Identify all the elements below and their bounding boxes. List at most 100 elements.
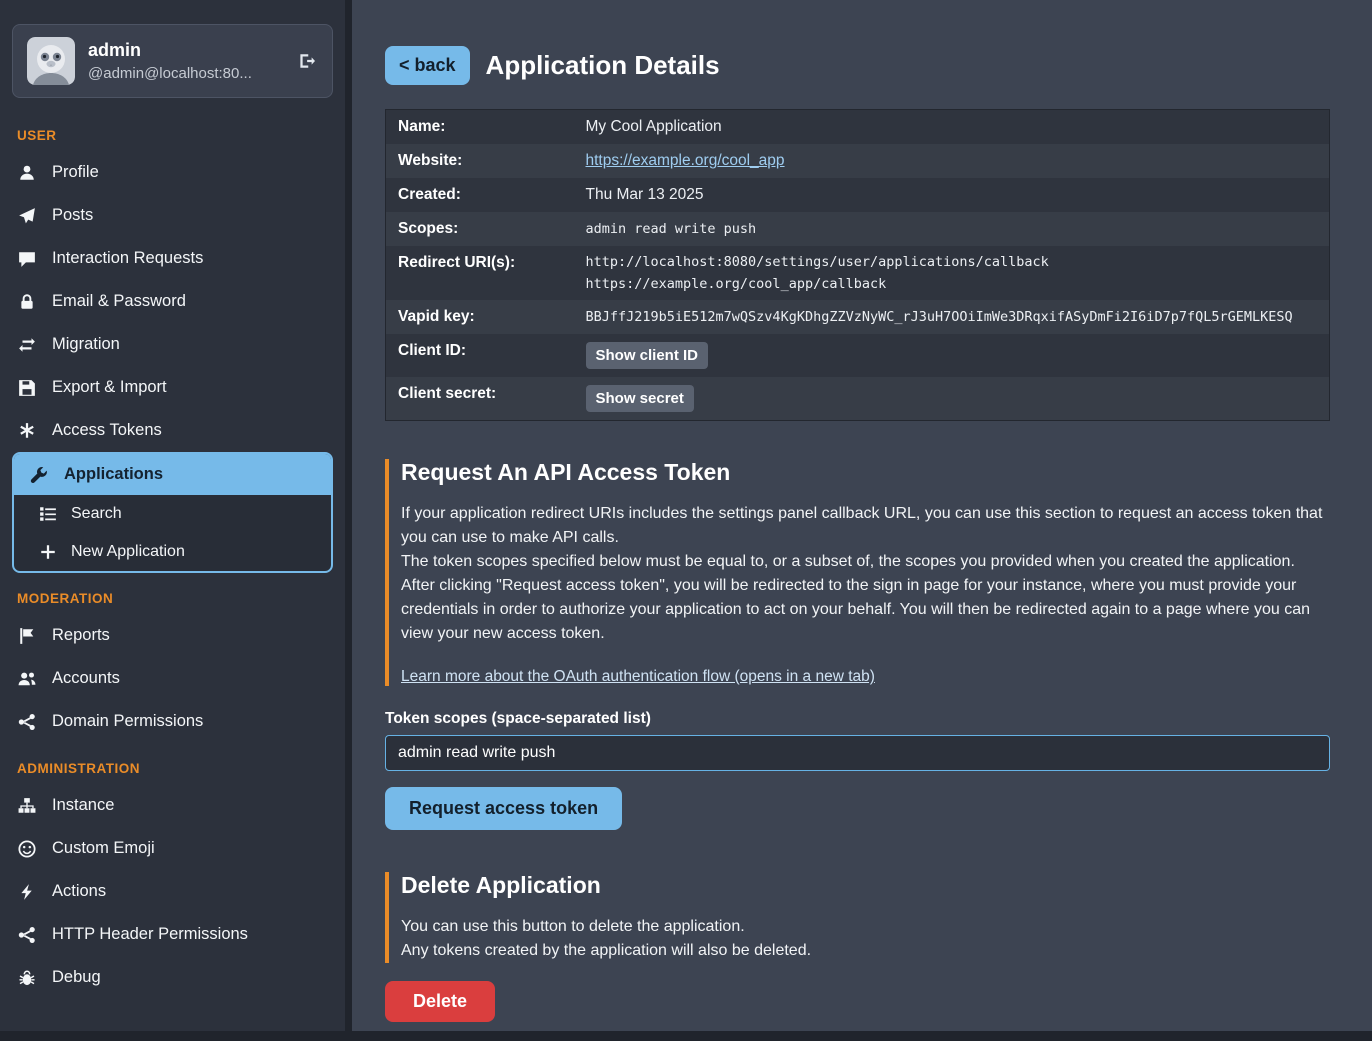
sidebar-item-migration[interactable]: Migration bbox=[0, 323, 345, 366]
row-value: Show client ID bbox=[574, 334, 1330, 377]
sidebar-subitem-label: New Application bbox=[71, 543, 185, 561]
sidebar-section-administration: ADMINISTRATION bbox=[0, 743, 345, 784]
sidebar-item-interaction-requests[interactable]: Interaction Requests bbox=[0, 237, 345, 280]
app-layout: admin @admin@localhost:80... USER Profil… bbox=[0, 0, 1372, 1031]
table-row-client-id: Client ID: Show client ID bbox=[386, 334, 1330, 377]
back-button[interactable]: < back bbox=[385, 46, 470, 85]
website-link[interactable]: https://example.org/cool_app bbox=[586, 152, 785, 169]
comment-icon bbox=[17, 250, 37, 268]
user-handle: @admin@localhost:80... bbox=[88, 65, 252, 82]
application-details-table: Name: My Cool Application Website: https… bbox=[385, 109, 1330, 421]
sidebar-item-label: Reports bbox=[52, 626, 110, 645]
request-access-token-button[interactable]: Request access token bbox=[385, 787, 622, 830]
row-value: BBJffJ219b5iE512m7wQSzv4KgKDhgZZVzNyWC_r… bbox=[574, 300, 1330, 334]
share-nodes-icon bbox=[17, 926, 37, 944]
row-value: http://localhost:8080/settings/user/appl… bbox=[574, 246, 1330, 300]
request-token-paragraph: After clicking "Request access token", y… bbox=[401, 574, 1330, 646]
show-secret-button[interactable]: Show secret bbox=[586, 385, 694, 412]
page-header: < back Application Details bbox=[385, 46, 1330, 85]
sidebar-item-label: Custom Emoji bbox=[52, 839, 155, 858]
user-icon bbox=[17, 164, 37, 182]
sidebar-item-instance[interactable]: Instance bbox=[0, 784, 345, 827]
row-value: Show secret bbox=[574, 377, 1330, 421]
sidebar-item-label: Domain Permissions bbox=[52, 712, 203, 731]
row-value: Thu Mar 13 2025 bbox=[574, 178, 1330, 212]
row-label: Redirect URI(s): bbox=[386, 246, 574, 300]
table-row-scopes: Scopes: admin read write push bbox=[386, 212, 1330, 246]
row-label: Website: bbox=[386, 144, 574, 178]
user-card[interactable]: admin @admin@localhost:80... bbox=[12, 24, 333, 98]
sidebar-item-debug[interactable]: Debug bbox=[0, 956, 345, 999]
sidebar-item-applications[interactable]: Applications bbox=[14, 454, 331, 495]
paper-plane-icon bbox=[17, 207, 37, 225]
page-title: Application Details bbox=[486, 50, 720, 81]
sidebar-item-http-header-permissions[interactable]: HTTP Header Permissions bbox=[0, 913, 345, 956]
sidebar-item-profile[interactable]: Profile bbox=[0, 151, 345, 194]
request-token-section: Request An API Access Token If your appl… bbox=[385, 459, 1330, 686]
sidebar-item-export-import[interactable]: Export & Import bbox=[0, 366, 345, 409]
sidebar-item-label: Email & Password bbox=[52, 292, 186, 311]
row-value: admin read write push bbox=[574, 212, 1330, 246]
row-label: Client ID: bbox=[386, 334, 574, 377]
asterisk-icon bbox=[17, 422, 37, 440]
sidebar-item-label: Applications bbox=[64, 465, 163, 484]
sidebar-item-label: Posts bbox=[52, 206, 93, 225]
sidebar-item-email-password[interactable]: Email & Password bbox=[0, 280, 345, 323]
sidebar-item-label: Profile bbox=[52, 163, 99, 182]
sidebar-item-label: Interaction Requests bbox=[52, 249, 203, 268]
save-icon bbox=[17, 379, 37, 397]
sloth-avatar bbox=[27, 37, 75, 85]
table-row-vapid-key: Vapid key: BBJffJ219b5iE512m7wQSzv4KgKDh… bbox=[386, 300, 1330, 334]
sidebar-subitem-label: Search bbox=[71, 505, 122, 523]
row-value: https://example.org/cool_app bbox=[574, 144, 1330, 178]
row-value: My Cool Application bbox=[574, 110, 1330, 145]
sidebar-item-label: Accounts bbox=[52, 669, 120, 688]
sidebar-item-custom-emoji[interactable]: Custom Emoji bbox=[0, 827, 345, 870]
table-row-website: Website: https://example.org/cool_app bbox=[386, 144, 1330, 178]
sidebar-section-moderation: MODERATION bbox=[0, 573, 345, 614]
bolt-icon bbox=[17, 883, 37, 901]
sidebar-item-access-tokens[interactable]: Access Tokens bbox=[0, 409, 345, 452]
delete-application-title: Delete Application bbox=[401, 872, 1330, 899]
sidebar-item-domain-permissions[interactable]: Domain Permissions bbox=[0, 700, 345, 743]
delete-application-section: Delete Application You can use this butt… bbox=[385, 872, 1330, 963]
sidebar-item-reports[interactable]: Reports bbox=[0, 614, 345, 657]
table-row-name: Name: My Cool Application bbox=[386, 110, 1330, 145]
row-label: Created: bbox=[386, 178, 574, 212]
logout-button[interactable] bbox=[294, 50, 318, 72]
row-label: Vapid key: bbox=[386, 300, 574, 334]
token-scopes-label: Token scopes (space-separated list) bbox=[385, 710, 1330, 728]
list-icon bbox=[38, 505, 58, 523]
request-token-paragraph: If your application redirect URIs includ… bbox=[401, 502, 1330, 550]
sidebar-item-label: Access Tokens bbox=[52, 421, 162, 440]
plus-icon bbox=[38, 543, 58, 561]
delete-application-line: Any tokens created by the application wi… bbox=[401, 939, 1330, 963]
sitemap-icon bbox=[17, 797, 37, 815]
sidebar-item-posts[interactable]: Posts bbox=[0, 194, 345, 237]
sidebar-item-label: Instance bbox=[52, 796, 114, 815]
user-name: admin bbox=[88, 40, 252, 61]
token-scopes-form: Token scopes (space-separated list) Requ… bbox=[385, 710, 1330, 830]
show-client-id-button[interactable]: Show client ID bbox=[586, 342, 709, 369]
sidebar-item-label: Migration bbox=[52, 335, 120, 354]
exchange-arrows-icon bbox=[17, 336, 37, 354]
sidebar: admin @admin@localhost:80... USER Profil… bbox=[0, 0, 345, 1031]
sidebar-subitem-search[interactable]: Search bbox=[14, 495, 331, 533]
oauth-docs-link[interactable]: Learn more about the OAuth authenticatio… bbox=[401, 668, 875, 686]
main-content: < back Application Details Name: My Cool… bbox=[352, 0, 1372, 1031]
delete-button[interactable]: Delete bbox=[385, 981, 495, 1022]
sidebar-item-accounts[interactable]: Accounts bbox=[0, 657, 345, 700]
user-meta: admin @admin@localhost:80... bbox=[88, 40, 252, 82]
users-icon bbox=[17, 670, 37, 688]
row-label: Scopes: bbox=[386, 212, 574, 246]
sidebar-item-label: HTTP Header Permissions bbox=[52, 925, 248, 944]
sidebar-item-label: Actions bbox=[52, 882, 106, 901]
lock-icon bbox=[17, 293, 37, 311]
sidebar-item-actions[interactable]: Actions bbox=[0, 870, 345, 913]
delete-application-line: You can use this button to delete the ap… bbox=[401, 915, 1330, 939]
sidebar-subitem-new-application[interactable]: New Application bbox=[14, 533, 331, 571]
request-token-title: Request An API Access Token bbox=[401, 459, 1330, 486]
table-row-client-secret: Client secret: Show secret bbox=[386, 377, 1330, 421]
token-scopes-input[interactable] bbox=[385, 735, 1330, 771]
sidebar-item-label: Debug bbox=[52, 968, 101, 987]
